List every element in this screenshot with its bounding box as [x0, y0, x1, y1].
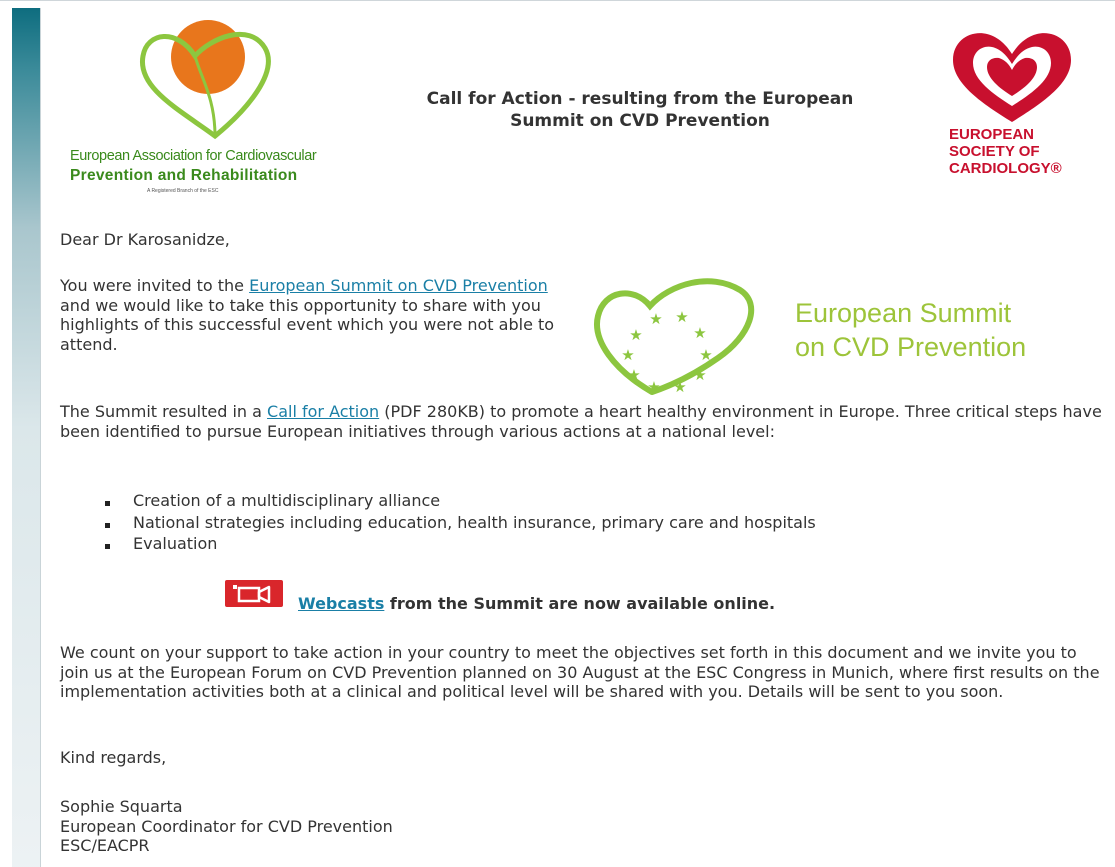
svg-text:★: ★: [629, 326, 642, 344]
bullet-icon: [105, 544, 110, 549]
call-for-action-link[interactable]: Call for Action: [267, 402, 379, 421]
email-title-line1: Call for Action - resulting from the Eur…: [426, 89, 854, 109]
summit-link[interactable]: European Summit on CVD Prevention: [249, 276, 548, 295]
signature-org: ESC/EACPR: [60, 836, 150, 855]
eacpr-name-line2: Prevention and Rehabilitation: [70, 167, 298, 184]
signature-name: Sophie Squarta: [60, 797, 183, 816]
signature: Sophie Squarta European Coordinator for …: [60, 797, 393, 856]
left-bar-edge: [40, 8, 41, 867]
email-title-line2: Summit on CVD Prevention: [510, 111, 770, 131]
signature-role: European Coordinator for CVD Prevention: [60, 816, 393, 836]
svg-text:★: ★: [621, 346, 634, 364]
closing: Kind regards,: [60, 748, 167, 767]
bullet-icon: [105, 522, 110, 528]
intro-text-before: You were invited to the: [60, 276, 250, 295]
summit-heart-icon: ★ ★ ★ ★ ★ ★ ★ ★ ★ ★: [594, 278, 754, 396]
bullet-icon: [105, 501, 110, 506]
summit-name: European Summit on CVD Prevention: [795, 296, 1026, 364]
svg-text:★: ★: [673, 378, 686, 396]
summit-logo: ★ ★ ★ ★ ★ ★ ★ ★ ★ ★ European Summit on C…: [590, 274, 1100, 399]
list-item-text: Creation of a multidisciplinary alliance: [133, 491, 441, 510]
esc-name: EUROPEAN SOCIETY OF CARDIOLOGY®: [949, 126, 1079, 177]
support-paragraph: We count on your support to take action …: [60, 643, 1100, 701]
svg-text:★: ★: [675, 308, 688, 326]
list-item: National strategies including education,…: [105, 512, 816, 534]
list-item-text: Evaluation: [133, 534, 218, 553]
svg-text:★: ★: [627, 366, 640, 384]
left-accent-bar: [12, 8, 40, 867]
list-item-text: National strategies including education,…: [133, 512, 816, 532]
webcasts-link[interactable]: Webcasts: [298, 594, 384, 613]
email-title: Call for Action - resulting from the Eur…: [340, 88, 940, 132]
result-paragraph: The Summit resulted in a Call for Action…: [60, 402, 1105, 441]
esc-heart-icon: [953, 33, 1071, 122]
list-item: Evaluation: [105, 533, 816, 555]
summit-name-line2: on CVD Prevention: [795, 332, 1027, 362]
video-camera-icon[interactable]: [225, 580, 283, 607]
eacpr-branch-note: A Registered Branch of the ESC: [147, 188, 219, 194]
intro-paragraph: You were invited to the European Summit …: [60, 276, 565, 354]
webcast-text-after: from the Summit are now available online…: [384, 594, 776, 613]
steps-list: Creation of a multidisciplinary alliance…: [105, 490, 816, 555]
summit-name-line1: European Summit: [795, 298, 1012, 328]
eacpr-logo: European Association for Cardiovascular …: [65, 18, 345, 198]
intro-text-after: and we would like to take this opportuni…: [60, 295, 555, 354]
webcast-text: Webcasts from the Summit are now availab…: [298, 594, 775, 613]
result-text-before: The Summit resulted in a: [60, 402, 268, 421]
eacpr-name-line1: European Association for Cardiovascular: [70, 148, 317, 164]
esc-name-line2: SOCIETY OF: [949, 143, 1040, 160]
esc-name-line1: EUROPEAN: [949, 126, 1035, 143]
top-border: [0, 0, 1115, 1]
eacpr-heart-icon: [139, 20, 271, 140]
esc-logo: EUROPEAN SOCIETY OF CARDIOLOGY®: [945, 30, 1080, 180]
svg-text:★: ★: [649, 310, 662, 328]
svg-text:★: ★: [693, 366, 706, 384]
list-item: Creation of a multidisciplinary alliance: [105, 490, 816, 512]
svg-text:★: ★: [693, 324, 706, 342]
svg-text:★: ★: [699, 346, 712, 364]
greeting: Dear Dr Karosanidze,: [60, 230, 230, 249]
svg-text:★: ★: [647, 378, 660, 396]
esc-name-line3: CARDIOLOGY®: [949, 160, 1062, 177]
